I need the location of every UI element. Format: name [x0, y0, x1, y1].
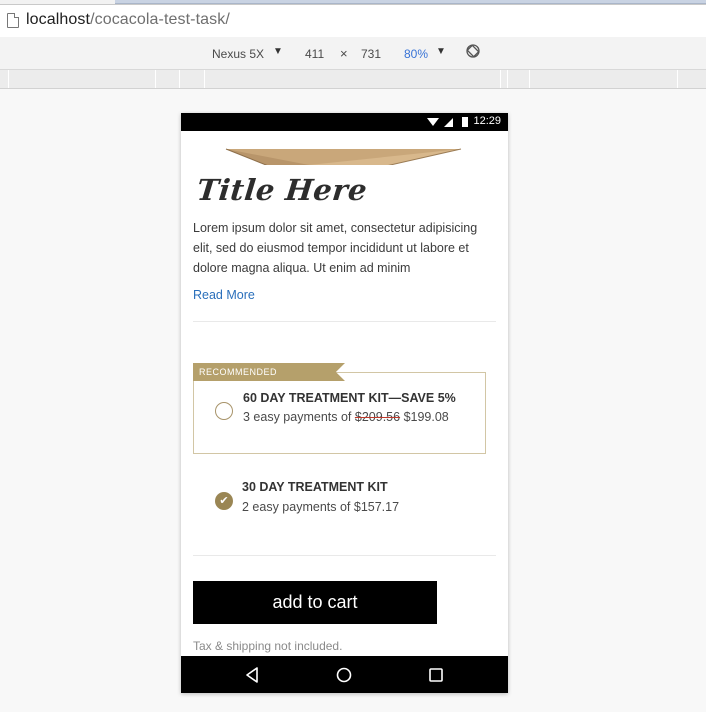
dimension-separator: × — [340, 46, 348, 61]
device-toolbar: Nexus 5X ▼ 411 × 731 80% ▼ — [0, 37, 706, 70]
wifi-icon — [427, 118, 439, 126]
android-status-bar: 12:29 — [181, 113, 508, 131]
zoom-select[interactable]: 80% — [404, 47, 428, 61]
check-icon: ✔ — [219, 495, 229, 507]
url-path: /cocacola-test-task/ — [90, 11, 230, 28]
ruler-segment[interactable] — [179, 70, 180, 88]
offer-price-prefix: 3 easy payments of — [243, 410, 352, 424]
product-box-image — [225, 148, 462, 165]
address-bar[interactable]: localhost/cocacola-test-task/ — [0, 4, 706, 38]
status-time: 12:29 — [473, 115, 501, 127]
rotate-icon[interactable] — [466, 44, 480, 58]
old-price: $209.56 — [354, 410, 401, 424]
url-host: localhost — [26, 11, 91, 28]
offer-radio-30-day[interactable]: ✔ — [215, 492, 233, 510]
page-title: Title Here — [195, 173, 369, 207]
media-query-bar — [0, 70, 706, 89]
viewport-width[interactable]: 411 — [305, 47, 324, 61]
url-text[interactable]: localhost/cocacola-test-task/ — [26, 11, 230, 29]
device-select[interactable]: Nexus 5X — [212, 47, 264, 61]
back-icon[interactable] — [243, 665, 263, 685]
offer-title-60-day: 60 DAY TREATMENT KIT—SAVE 5% — [243, 391, 456, 405]
offer-title-30-day: 30 DAY TREATMENT KIT — [242, 480, 388, 494]
new-price: $199.08 — [403, 410, 449, 424]
offer-radio-60-day[interactable] — [215, 402, 233, 420]
android-nav-bar — [181, 656, 508, 693]
read-more-link[interactable]: Read More — [193, 288, 255, 302]
device-dropdown-caret-icon[interactable]: ▼ — [273, 46, 283, 57]
divider — [193, 321, 496, 322]
ruler-segment[interactable] — [8, 70, 9, 88]
product-description: Lorem ipsum dolor sit amet, consectetur … — [193, 221, 478, 275]
add-to-cart-button[interactable]: add to cart — [193, 581, 437, 624]
ruler-segment[interactable] — [204, 70, 205, 88]
home-icon[interactable] — [334, 665, 354, 685]
ruler-segment[interactable] — [507, 70, 508, 88]
recents-icon[interactable] — [426, 665, 446, 685]
battery-icon — [462, 117, 468, 127]
ruler-segment[interactable] — [500, 70, 501, 88]
page-icon — [7, 13, 19, 28]
ruler-segment[interactable] — [677, 70, 678, 88]
offer-price-30-day: 2 easy payments of $157.17 — [242, 500, 400, 514]
recommended-badge: RECOMMENDED — [193, 363, 345, 381]
device-viewport: 12:29 Title Here Lorem ipsum dolor sit a… — [181, 113, 508, 693]
offer-price-60-day: 3 easy payments of $209.56 $199.08 — [243, 410, 449, 424]
zoom-dropdown-caret-icon[interactable]: ▼ — [436, 46, 446, 57]
signal-icon — [444, 118, 453, 127]
ruler-segment[interactable] — [529, 70, 530, 88]
ruler-segment[interactable] — [155, 70, 156, 88]
tax-shipping-note: Tax & shipping not included. — [193, 639, 343, 653]
viewport-height[interactable]: 731 — [361, 47, 381, 61]
divider — [193, 555, 496, 556]
